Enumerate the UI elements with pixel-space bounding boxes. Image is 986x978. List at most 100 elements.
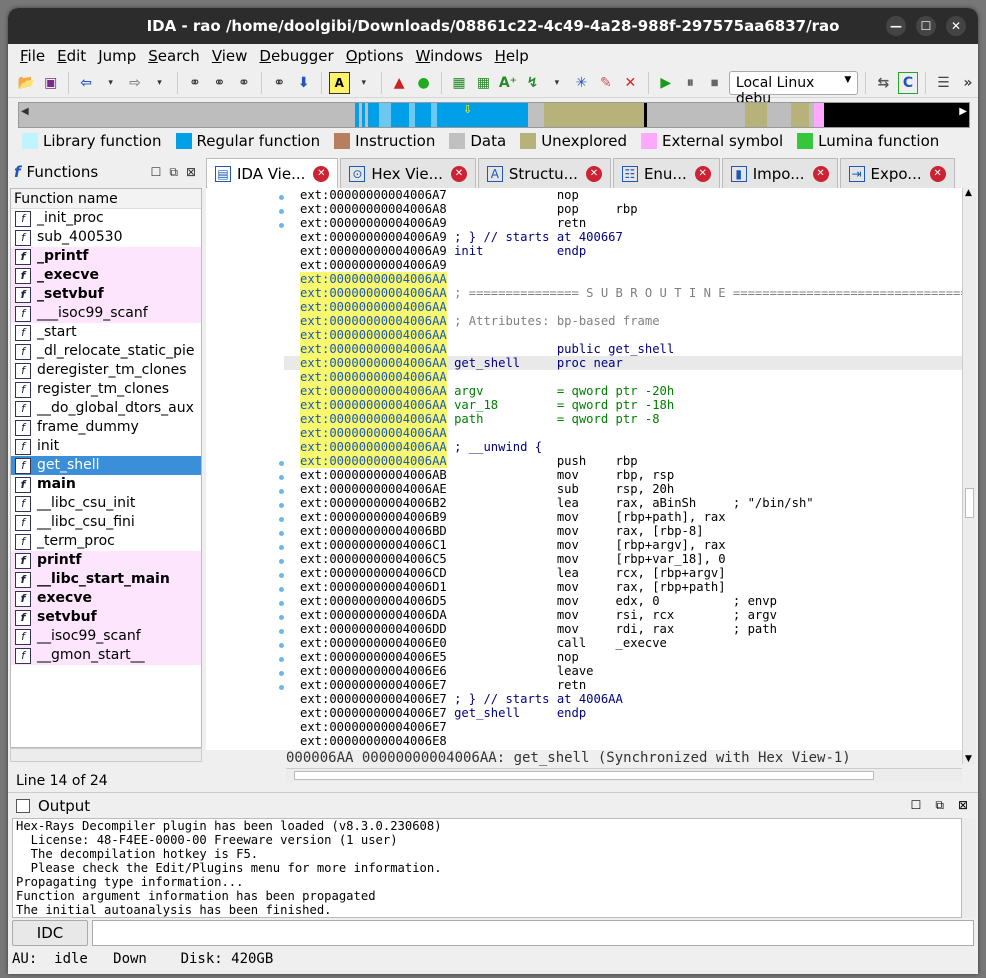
disasm-line[interactable]: ext:00000000004006E5 nop bbox=[284, 650, 962, 664]
binoculars-text-icon[interactable]: ⚭ bbox=[209, 72, 229, 94]
disasm-line[interactable]: ext:00000000004006C1 mov [rbp+argv], rax bbox=[284, 538, 962, 552]
c-decompile-icon[interactable]: C bbox=[897, 71, 919, 94]
pane-restore-icon[interactable]: ☐ bbox=[911, 798, 922, 813]
disasm-line[interactable]: ext:00000000004006A9 init endp bbox=[284, 244, 962, 258]
close-tab-icon[interactable]: ✕ bbox=[313, 165, 330, 182]
disasm-line[interactable]: ext:00000000004006D1 mov rax, [rbp+path] bbox=[284, 580, 962, 594]
disasm-line[interactable]: ext:00000000004006AA public get_shell bbox=[284, 342, 962, 356]
pane-float-icon[interactable]: ⧉ bbox=[169, 165, 178, 180]
menu-edit[interactable]: Edit bbox=[51, 44, 92, 68]
disasm-line[interactable]: ext:00000000004006AA get_shell proc near bbox=[284, 356, 962, 370]
function-row[interactable]: f _term_proc bbox=[11, 532, 201, 551]
disasm-line[interactable]: ext:00000000004006AA ; __unwind { bbox=[284, 440, 962, 454]
hscroll-thumb[interactable] bbox=[294, 771, 874, 780]
scroll-thumb[interactable] bbox=[965, 488, 974, 518]
navigation-band[interactable]: ◀ ⇩ ▶ bbox=[18, 102, 970, 128]
title-bar[interactable]: IDA - rao /home/doolgibi/Downloads/08861… bbox=[8, 8, 978, 44]
disasm-line[interactable]: ext:00000000004006E6 leave bbox=[284, 664, 962, 678]
function-row[interactable]: f register_tm_clones bbox=[11, 380, 201, 399]
function-row[interactable]: f __gmon_start__ bbox=[11, 646, 201, 665]
close-tab-icon[interactable]: ✕ bbox=[694, 165, 711, 182]
minimize-button[interactable]: — bbox=[886, 16, 906, 36]
function-row[interactable]: f setvbuf bbox=[11, 608, 201, 627]
disasm-line[interactable]: ext:00000000004006AA argv = qword ptr -2… bbox=[284, 384, 962, 398]
disasm-line[interactable]: ext:00000000004006AA push rbp bbox=[284, 454, 962, 468]
tab-exports[interactable]: ⇥ Expo... ✕ bbox=[839, 158, 955, 188]
disasm-line[interactable]: ext:00000000004006AA bbox=[284, 426, 962, 440]
gear-icon[interactable]: ✳ bbox=[571, 72, 591, 94]
functions-hscroll[interactable] bbox=[10, 748, 202, 762]
add-struct-icon[interactable]: ▦ bbox=[473, 72, 493, 94]
jump-down-icon[interactable]: ⬇ bbox=[294, 72, 314, 94]
warning-icon[interactable]: ▲ bbox=[389, 72, 409, 94]
function-row[interactable]: f main bbox=[11, 475, 201, 494]
function-row[interactable]: f __libc_csu_init bbox=[11, 494, 201, 513]
disasm-line[interactable]: ext:00000000004006AE sub rsp, 20h bbox=[284, 482, 962, 496]
function-row[interactable]: f _dl_relocate_static_pie bbox=[11, 342, 201, 361]
menu-windows[interactable]: Windows bbox=[410, 44, 489, 68]
tab-imports[interactable]: ▮ Impo... ✕ bbox=[721, 158, 838, 188]
menu-help[interactable]: Help bbox=[489, 44, 535, 68]
add-function-icon[interactable]: ▦ bbox=[449, 72, 469, 94]
tab-structures[interactable]: A Structu... ✕ bbox=[477, 158, 611, 188]
function-row[interactable]: f execve bbox=[11, 589, 201, 608]
command-input[interactable] bbox=[92, 920, 974, 946]
disasm-line[interactable]: ext:00000000004006AA bbox=[284, 328, 962, 342]
disasm-line[interactable]: ext:00000000004006AA bbox=[284, 272, 962, 286]
function-row[interactable]: f _printf bbox=[11, 247, 201, 266]
scroll-up-icon[interactable]: ▲ bbox=[965, 188, 972, 198]
output-log[interactable]: Hex-Rays Decompiler plugin has been load… bbox=[12, 818, 962, 918]
disasm-line[interactable]: ext:00000000004006E0 call _execve bbox=[284, 636, 962, 650]
function-row[interactable]: f _init_proc bbox=[11, 209, 201, 228]
menu-file[interactable]: File bbox=[14, 44, 51, 68]
disasm-line[interactable]: ext:00000000004006E7 bbox=[284, 720, 962, 734]
disasm-line[interactable]: ext:00000000004006E7 retn bbox=[284, 678, 962, 692]
menu-search[interactable]: Search bbox=[142, 44, 206, 68]
nav-right-arrow-icon[interactable]: ▶ bbox=[959, 106, 967, 117]
function-row[interactable]: f deregister_tm_clones bbox=[11, 361, 201, 380]
function-row[interactable]: f __libc_csu_fini bbox=[11, 513, 201, 532]
tab-enums[interactable]: ☷ Enu... ✕ bbox=[612, 158, 720, 188]
scroll-down-icon[interactable]: ▼ bbox=[965, 754, 972, 764]
function-row[interactable]: f _execve bbox=[11, 266, 201, 285]
back-icon[interactable]: ⇦ bbox=[76, 72, 96, 94]
binoculars-icon[interactable]: ⚭ bbox=[185, 72, 205, 94]
function-row[interactable]: f printf bbox=[11, 551, 201, 570]
function-row[interactable]: f _start bbox=[11, 323, 201, 342]
close-tab-icon[interactable]: ✕ bbox=[585, 165, 602, 182]
disasm-line[interactable]: ext:00000000004006C5 mov [rbp+var_18], 0 bbox=[284, 552, 962, 566]
function-row[interactable]: f init bbox=[11, 437, 201, 456]
function-row[interactable]: f sub_400530 bbox=[11, 228, 201, 247]
maximize-button[interactable]: ☐ bbox=[916, 16, 936, 36]
function-row[interactable]: f __isoc99_scanf bbox=[11, 627, 201, 646]
disasm-line[interactable]: ext:00000000004006DA mov rsi, rcx ; argv bbox=[284, 608, 962, 622]
disasm-line[interactable]: ext:00000000004006AA var_18 = qword ptr … bbox=[284, 398, 962, 412]
pane-float-icon[interactable]: ⧉ bbox=[935, 798, 944, 813]
disasm-line[interactable]: ext:00000000004006A8 pop rbp bbox=[284, 202, 962, 216]
close-tab-icon[interactable]: ✕ bbox=[450, 165, 467, 182]
idc-button[interactable]: IDC bbox=[12, 920, 88, 946]
add-xref-icon[interactable]: ↯ bbox=[522, 72, 542, 94]
pane-close-icon[interactable]: ⊠ bbox=[958, 798, 968, 813]
save-icon[interactable]: ▣ bbox=[40, 72, 60, 94]
disasm-line[interactable]: ext:00000000004006A9 retn bbox=[284, 216, 962, 230]
disasm-line[interactable]: ext:00000000004006B9 mov [rbp+path], rax bbox=[284, 510, 962, 524]
disasm-line[interactable]: ext:00000000004006AA bbox=[284, 300, 962, 314]
menu-options[interactable]: Options bbox=[340, 44, 410, 68]
debugger-select[interactable]: Local Linux debu ▼ bbox=[728, 70, 859, 107]
disasm-line[interactable]: ext:00000000004006AB mov rbp, rsp bbox=[284, 468, 962, 482]
menu-debugger[interactable]: Debugger bbox=[253, 44, 339, 68]
delete-icon[interactable]: ✕ bbox=[620, 72, 640, 94]
disasm-line[interactable]: ext:00000000004006CD lea rcx, [rbp+argv] bbox=[284, 566, 962, 580]
disasm-line[interactable]: ext:00000000004006E7 ; } // starts at 40… bbox=[284, 692, 962, 706]
close-button[interactable]: ✕ bbox=[946, 16, 966, 36]
close-tab-icon[interactable]: ✕ bbox=[929, 165, 946, 182]
disasm-line[interactable]: ext:00000000004006E7 get_shell endp bbox=[284, 706, 962, 720]
dropdown-icon[interactable]: ▾ bbox=[149, 72, 169, 94]
forward-icon[interactable]: ⇨ bbox=[125, 72, 145, 94]
pause-icon[interactable]: ⏸ bbox=[680, 72, 700, 94]
menu-view[interactable]: View bbox=[206, 44, 254, 68]
pane-restore-icon[interactable]: ☐ bbox=[151, 165, 162, 180]
binoculars-next-icon[interactable]: ⚭ bbox=[269, 72, 289, 94]
disasm-line[interactable]: ext:00000000004006D5 mov edx, 0 ; envp bbox=[284, 594, 962, 608]
